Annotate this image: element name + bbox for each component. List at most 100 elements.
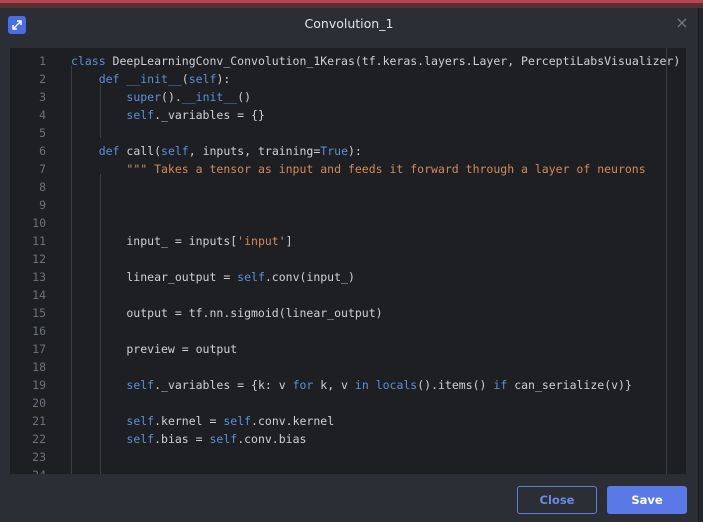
code-token: .conv(input_) [264,270,355,284]
code-token: .conv.kernel [251,414,335,428]
code-token: in [354,378,376,392]
close-icon[interactable]: × [672,13,692,33]
code-text: output = tf.nn.sigmoid(linear_output) [71,304,383,322]
window-accent-bar [0,0,703,3]
code-line: 12 [10,250,686,268]
code-line: 19 self._variables = {k: v for k, v in l… [10,376,686,394]
code-token: k, v [313,378,355,392]
code-line: 5 [10,124,686,142]
code-editor-dialog: Convolution_1 × 1 class DeepLearningConv_… [0,8,699,522]
code-line: 21 self.kernel = self.conv.kernel [10,412,686,430]
code-token: for [292,378,314,392]
code-token: input_ = inputs[ [71,234,238,248]
code-text: self._variables = {} [71,106,265,124]
line-number: 16 [32,324,46,338]
code-text: class DeepLearningConv_Convolution_1Kera… [71,52,680,70]
code-line: 7 """ Takes a tensor as input and feeds … [10,160,686,178]
line-number: 20 [32,396,46,410]
code-token: call( [126,144,162,158]
line-number: 2 [39,72,46,86]
save-button[interactable]: Save [607,486,687,514]
code-line: 10 [10,214,686,232]
code-token: self [209,432,238,446]
code-token: def [98,72,127,86]
code-token: self [126,414,155,428]
code-token: output = tf.nn.sigmoid(linear_output) [71,306,383,320]
code-line: 8 [10,178,686,196]
code-text: """ Takes a tensor as input and feeds it… [71,160,645,178]
code-token: ().items() [417,378,494,392]
code-line: 20 [10,394,686,412]
code-token: can_serialize(v)} [507,378,632,392]
code-text: self.kernel = self.conv.kernel [71,412,334,430]
code-token: if [493,378,508,392]
code-line: 6 def call(self, inputs, training=True): [10,142,686,160]
code-token: class [71,54,113,68]
code-line: 18 [10,358,686,376]
code-text: def call(self, inputs, training=True): [71,142,362,160]
line-number: 23 [32,450,46,464]
code-token: super [126,90,162,104]
code-token: ( [181,72,189,86]
code-line: 15 output = tf.nn.sigmoid(linear_output) [10,304,686,322]
window-top-strip [0,0,703,8]
code-token: DeepLearningConv_Convolution_1Keras(tf.k… [112,54,681,68]
line-number: 14 [32,288,46,302]
code-line: 22 self.bias = self.conv.bias [10,430,686,448]
code-token: () [237,90,252,104]
code-text: self.bias = self.conv.bias [71,430,306,448]
line-number: 12 [32,252,46,266]
code-token: , inputs, training= [188,144,321,158]
code-line: 9 [10,196,686,214]
code-token: self [237,270,265,284]
code-token: self [161,144,189,158]
code-line: 14 [10,286,686,304]
dialog-title: Convolution_1 [304,16,394,31]
line-number: 4 [39,108,46,122]
code-token: ._variables = {} [154,108,265,122]
code-token: ): [216,72,231,86]
code-line: 3 super().__init__() [10,88,686,106]
code-line: 1 class DeepLearningConv_Convolution_1Ker… [10,52,686,70]
code-token: .conv.bias [237,432,307,446]
line-number: 5 [39,126,46,140]
line-number: 1 [39,54,46,68]
close-button[interactable]: Close [517,486,597,514]
line-number: 19 [32,378,46,392]
line-number: 21 [32,414,46,428]
code-token: self [188,72,217,86]
code-token: self [126,432,155,446]
line-number: 3 [39,90,46,104]
code-token: True [320,144,348,158]
code-line: 4 self._variables = {} [10,106,686,124]
line-number: 13 [32,270,46,284]
code-token: .kernel = [154,414,224,428]
code-line: 11 input_ = inputs['input'] [10,232,686,250]
line-number: 10 [32,216,46,230]
code-editor[interactable]: 1 class DeepLearningConv_Convolution_1Ker… [10,48,686,474]
line-number: 7 [39,162,46,176]
code-token: self [126,108,155,122]
code-line: 24 [10,466,686,474]
line-number: 18 [32,360,46,374]
code-line: 2 def __init__(self): [10,70,686,88]
line-number: 17 [32,342,46,356]
code-line: 17 preview = output [10,340,686,358]
code-text: self._variables = {k: v for k, v in loca… [71,376,632,394]
code-text: input_ = inputs['input'] [71,232,292,250]
line-number: 9 [39,198,46,212]
code-token: ): [348,144,362,158]
code-token: __init__ [126,72,182,86]
code-line: 16 [10,322,686,340]
code-text: def __init__(self): [71,70,231,88]
line-number: 11 [32,234,46,248]
code-text: linear_output = self.conv(input_) [71,268,355,286]
code-token: __init__ [181,90,238,104]
